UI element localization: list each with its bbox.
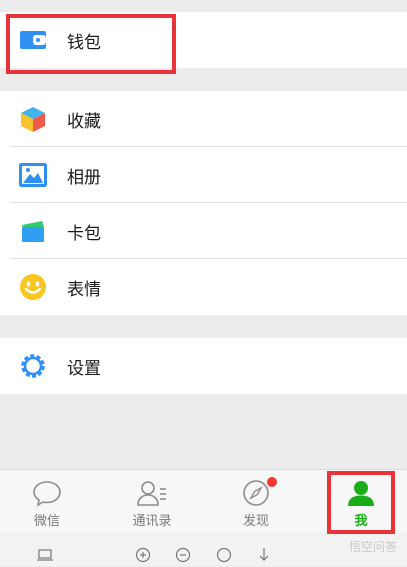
notification-badge <box>267 477 277 487</box>
menu-group: 收藏 相册 卡包 表情 <box>0 91 407 315</box>
contacts-icon <box>136 478 168 508</box>
chat-bubble-icon <box>32 478 62 508</box>
tab-label: 我 <box>354 514 368 529</box>
person-icon <box>346 478 376 508</box>
menu-item-label: 收藏 <box>67 111 101 132</box>
settings-row[interactable]: 设置 <box>0 338 407 394</box>
card-wallet-icon <box>18 216 48 246</box>
laptop-icon[interactable] <box>37 547 53 566</box>
zoom-in-icon[interactable] <box>135 547 151 567</box>
settings-label: 设置 <box>67 358 101 379</box>
menu-item-label: 相册 <box>67 167 101 188</box>
wallet-group: 钱包 <box>0 12 407 68</box>
tab-label: 发现 <box>242 514 269 529</box>
wallet-icon <box>18 25 48 55</box>
tab-me[interactable]: 我 <box>326 470 396 534</box>
tab-discover[interactable]: 发现 <box>221 470 291 534</box>
favorites-cube-icon <box>18 104 48 134</box>
tab-label: 通讯录 <box>132 514 172 529</box>
menu-item-label: 表情 <box>67 279 101 300</box>
menu-item-label: 卡包 <box>67 223 101 244</box>
watermark: 悟空问答 <box>348 540 397 554</box>
album-picture-icon <box>18 160 48 190</box>
bottom-tab-bar: 微信 通讯录 发现 我 <box>0 469 407 534</box>
menu-item-stickers[interactable]: 表情 <box>0 259 407 315</box>
download-icon[interactable] <box>257 547 271 567</box>
wallet-label: 钱包 <box>67 32 101 53</box>
menu-item-album[interactable]: 相册 <box>0 147 407 203</box>
tab-chats[interactable]: 微信 <box>12 470 82 534</box>
smiley-icon <box>18 272 48 302</box>
tab-contacts[interactable]: 通讯录 <box>117 470 187 534</box>
gear-icon <box>18 351 48 381</box>
menu-item-favorites[interactable]: 收藏 <box>0 91 407 147</box>
menu-item-cards[interactable]: 卡包 <box>0 203 407 259</box>
settings-group: 设置 <box>0 338 407 394</box>
wallet-row[interactable]: 钱包 <box>0 12 407 68</box>
zoom-out-icon[interactable] <box>175 547 191 567</box>
browser-toolbar <box>0 533 407 566</box>
chat-icon[interactable] <box>216 547 232 567</box>
tab-label: 微信 <box>33 514 60 529</box>
